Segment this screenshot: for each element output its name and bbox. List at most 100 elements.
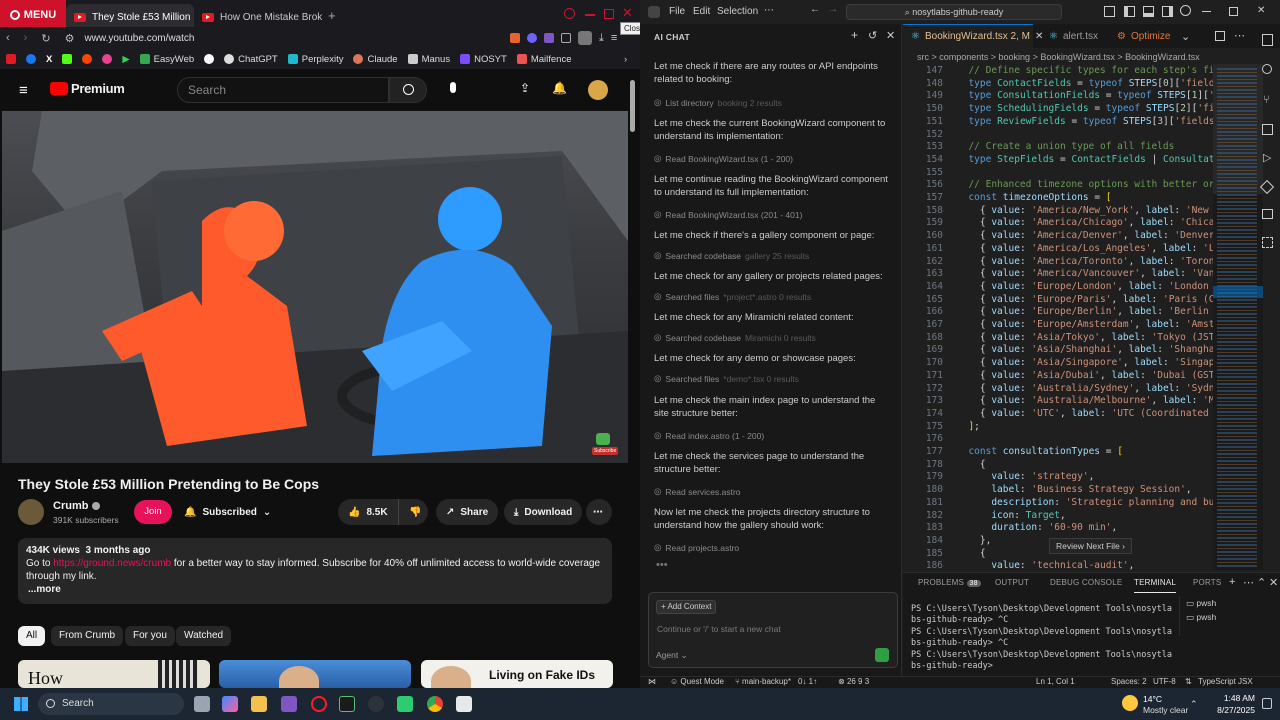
tool-call[interactable]: ◎ Searched codebase Miramichi 0 results	[654, 332, 816, 343]
bookmark-easyweb[interactable]: EasyWeb	[139, 54, 194, 65]
review-next-file-button[interactable]: Review Next File ›	[1049, 538, 1132, 554]
panel-tab-debug-console[interactable]: DEBUG CONSOLE	[1050, 573, 1122, 593]
new-terminal-icon[interactable]: +	[1229, 576, 1235, 588]
agent-mode-dropdown[interactable]: Agent ⌄	[656, 650, 688, 661]
account-avatar[interactable]	[588, 80, 608, 100]
github-icon[interactable]	[368, 696, 384, 712]
chrome-icon[interactable]	[427, 696, 443, 712]
x-bookmark-icon[interactable]: X	[46, 54, 52, 65]
tool-call[interactable]: ◎ Read BookingWizard.tsx (201 - 401)	[654, 209, 806, 220]
bookmark-chatgpt[interactable]: ChatGPT	[224, 54, 278, 65]
minimize-icon[interactable]	[1202, 11, 1211, 12]
dislike-button[interactable]: 👎	[398, 499, 428, 525]
accounts-icon[interactable]	[1180, 5, 1191, 16]
new-tab-icon[interactable]: +	[328, 8, 336, 23]
more-actions-button[interactable]: ⋯	[586, 499, 612, 525]
subscribed-button[interactable]: 🔔 Subscribed ⌄	[178, 499, 277, 525]
more-actions-icon[interactable]: ⋯	[1234, 29, 1245, 42]
nav-forward-icon[interactable]: →	[828, 4, 838, 15]
toggle-panel-icon[interactable]	[1143, 6, 1154, 17]
app-icon[interactable]	[397, 696, 413, 712]
status-branch[interactable]: ⑂ main-backup*	[735, 677, 791, 686]
download-icon[interactable]: ⤓	[599, 32, 604, 45]
notification-icon[interactable]	[1262, 698, 1272, 709]
editor-tab-optimize[interactable]: ⚙ Optimize	[1109, 24, 1178, 48]
code-lines[interactable]: 147 // Define specific types for each st…	[903, 65, 1213, 571]
microphone-icon[interactable]	[450, 82, 456, 93]
status-language[interactable]: TypeScript JSX	[1198, 677, 1253, 686]
extensions-icon[interactable]	[1262, 124, 1273, 135]
chip-from-crumb[interactable]: From Crumb	[51, 626, 124, 646]
reddit-bookmark-icon[interactable]	[82, 54, 93, 64]
opera-icon[interactable]	[311, 696, 327, 712]
bookmark-perplexity[interactable]: Perplexity	[287, 54, 343, 65]
recommended-thumbnail[interactable]	[219, 660, 411, 688]
maximize-icon[interactable]	[604, 9, 614, 19]
hamburger-menu-icon[interactable]: ≡	[19, 82, 28, 99]
tool-call[interactable]: ◎ Read services.astro	[654, 486, 745, 497]
status-quest-mode[interactable]: ☺ Quest Mode	[670, 677, 724, 686]
maximize-icon[interactable]	[1229, 7, 1238, 16]
subscribe-watermark[interactable]: Subscribe	[592, 433, 620, 457]
youtube-bookmark-icon[interactable]	[6, 54, 16, 64]
browser-menu-button[interactable]: MENU	[0, 0, 66, 30]
weather-icon[interactable]	[1122, 695, 1138, 711]
menu-selection[interactable]: Selection	[717, 6, 758, 17]
site-info-icon[interactable]: ⚙	[65, 32, 75, 45]
minimize-icon[interactable]	[585, 14, 595, 16]
url-field[interactable]: www.youtube.com/watch	[84, 33, 194, 44]
reload-icon[interactable]: ↻	[41, 32, 50, 45]
toggle-sidebar-icon[interactable]	[1124, 6, 1135, 17]
windows-start-icon[interactable]	[14, 697, 28, 711]
status-eol-icon[interactable]: ⇅	[1185, 677, 1192, 686]
status-problems[interactable]: ⊗ 26 9 3	[838, 677, 869, 686]
status-encoding[interactable]: UTF-8	[1153, 677, 1176, 686]
new-chat-icon[interactable]: +	[851, 28, 858, 42]
menu-file[interactable]: File	[669, 6, 685, 17]
extension-icon[interactable]	[544, 33, 554, 43]
play-bookmark-icon[interactable]: ▶	[122, 54, 129, 65]
app-icon[interactable]	[456, 696, 472, 712]
apps-bookmark-icon[interactable]	[102, 54, 113, 64]
terminal-item[interactable]: ▭ pwsh	[1186, 598, 1216, 609]
task-view-icon[interactable]	[194, 696, 210, 712]
close-chat-icon[interactable]: ✕	[886, 29, 895, 42]
blocks-icon[interactable]	[1262, 237, 1273, 248]
taskbar-search[interactable]: Search	[38, 693, 184, 715]
tool-call[interactable]: ◎ List directory booking 2 results	[654, 97, 782, 108]
forward-icon[interactable]: ›	[24, 32, 28, 44]
copy-icon[interactable]	[1262, 34, 1273, 46]
download-button[interactable]: ⤓ Download	[504, 499, 583, 525]
extension-icon[interactable]	[527, 33, 537, 43]
upload-icon[interactable]: ⇪	[520, 81, 530, 95]
facebook-bookmark-icon[interactable]	[26, 54, 36, 64]
chip-watched[interactable]: Watched	[176, 626, 232, 646]
remote-indicator-icon[interactable]: ⋈	[648, 677, 656, 686]
panel-tab-terminal[interactable]: TERMINAL	[1134, 573, 1177, 593]
youtube-logo[interactable]: Premium	[50, 81, 125, 96]
channel-name[interactable]: Crumb	[53, 500, 101, 512]
tool-call[interactable]: ◎ Read BookingWizard.tsx (1 - 200)	[654, 153, 797, 164]
remote-icon[interactable]	[1262, 209, 1273, 219]
extension-icon[interactable]	[561, 33, 571, 43]
terminal-output[interactable]: PS C:\Users\Tyson\Desktop\Development To…	[911, 604, 1172, 676]
more-actions-icon[interactable]: ⋯	[1243, 576, 1254, 589]
bookmark-wordpress[interactable]	[204, 54, 215, 64]
status-sync[interactable]: 0↓ 1↑	[798, 677, 817, 686]
status-spaces[interactable]: Spaces: 2	[1111, 677, 1147, 686]
system-tray-icons[interactable]: ⌃	[1190, 699, 1198, 710]
bookmark-nosyt[interactable]: NOSYT	[460, 54, 507, 65]
clock-date[interactable]: 8/27/2025	[1200, 705, 1255, 715]
add-context-button[interactable]: + Add Context	[656, 600, 717, 614]
kick-bookmark-icon[interactable]	[62, 54, 73, 64]
recommended-thumbnail[interactable]: How	[18, 660, 210, 688]
search-input[interactable]: Search	[177, 77, 389, 103]
maximize-panel-icon[interactable]: ⌃	[1257, 576, 1266, 589]
share-button[interactable]: ↗ Share	[436, 499, 499, 525]
more-link[interactable]: ...more	[28, 583, 604, 596]
search-icon[interactable]	[1262, 64, 1272, 74]
description-link[interactable]: https://ground.news/crumb	[53, 558, 171, 569]
source-control-icon[interactable]: ⑂	[1263, 94, 1270, 106]
chip-all[interactable]: All	[18, 626, 46, 646]
editor-tab-alert[interactable]: ⚛ alert.tsx	[1041, 24, 1106, 48]
